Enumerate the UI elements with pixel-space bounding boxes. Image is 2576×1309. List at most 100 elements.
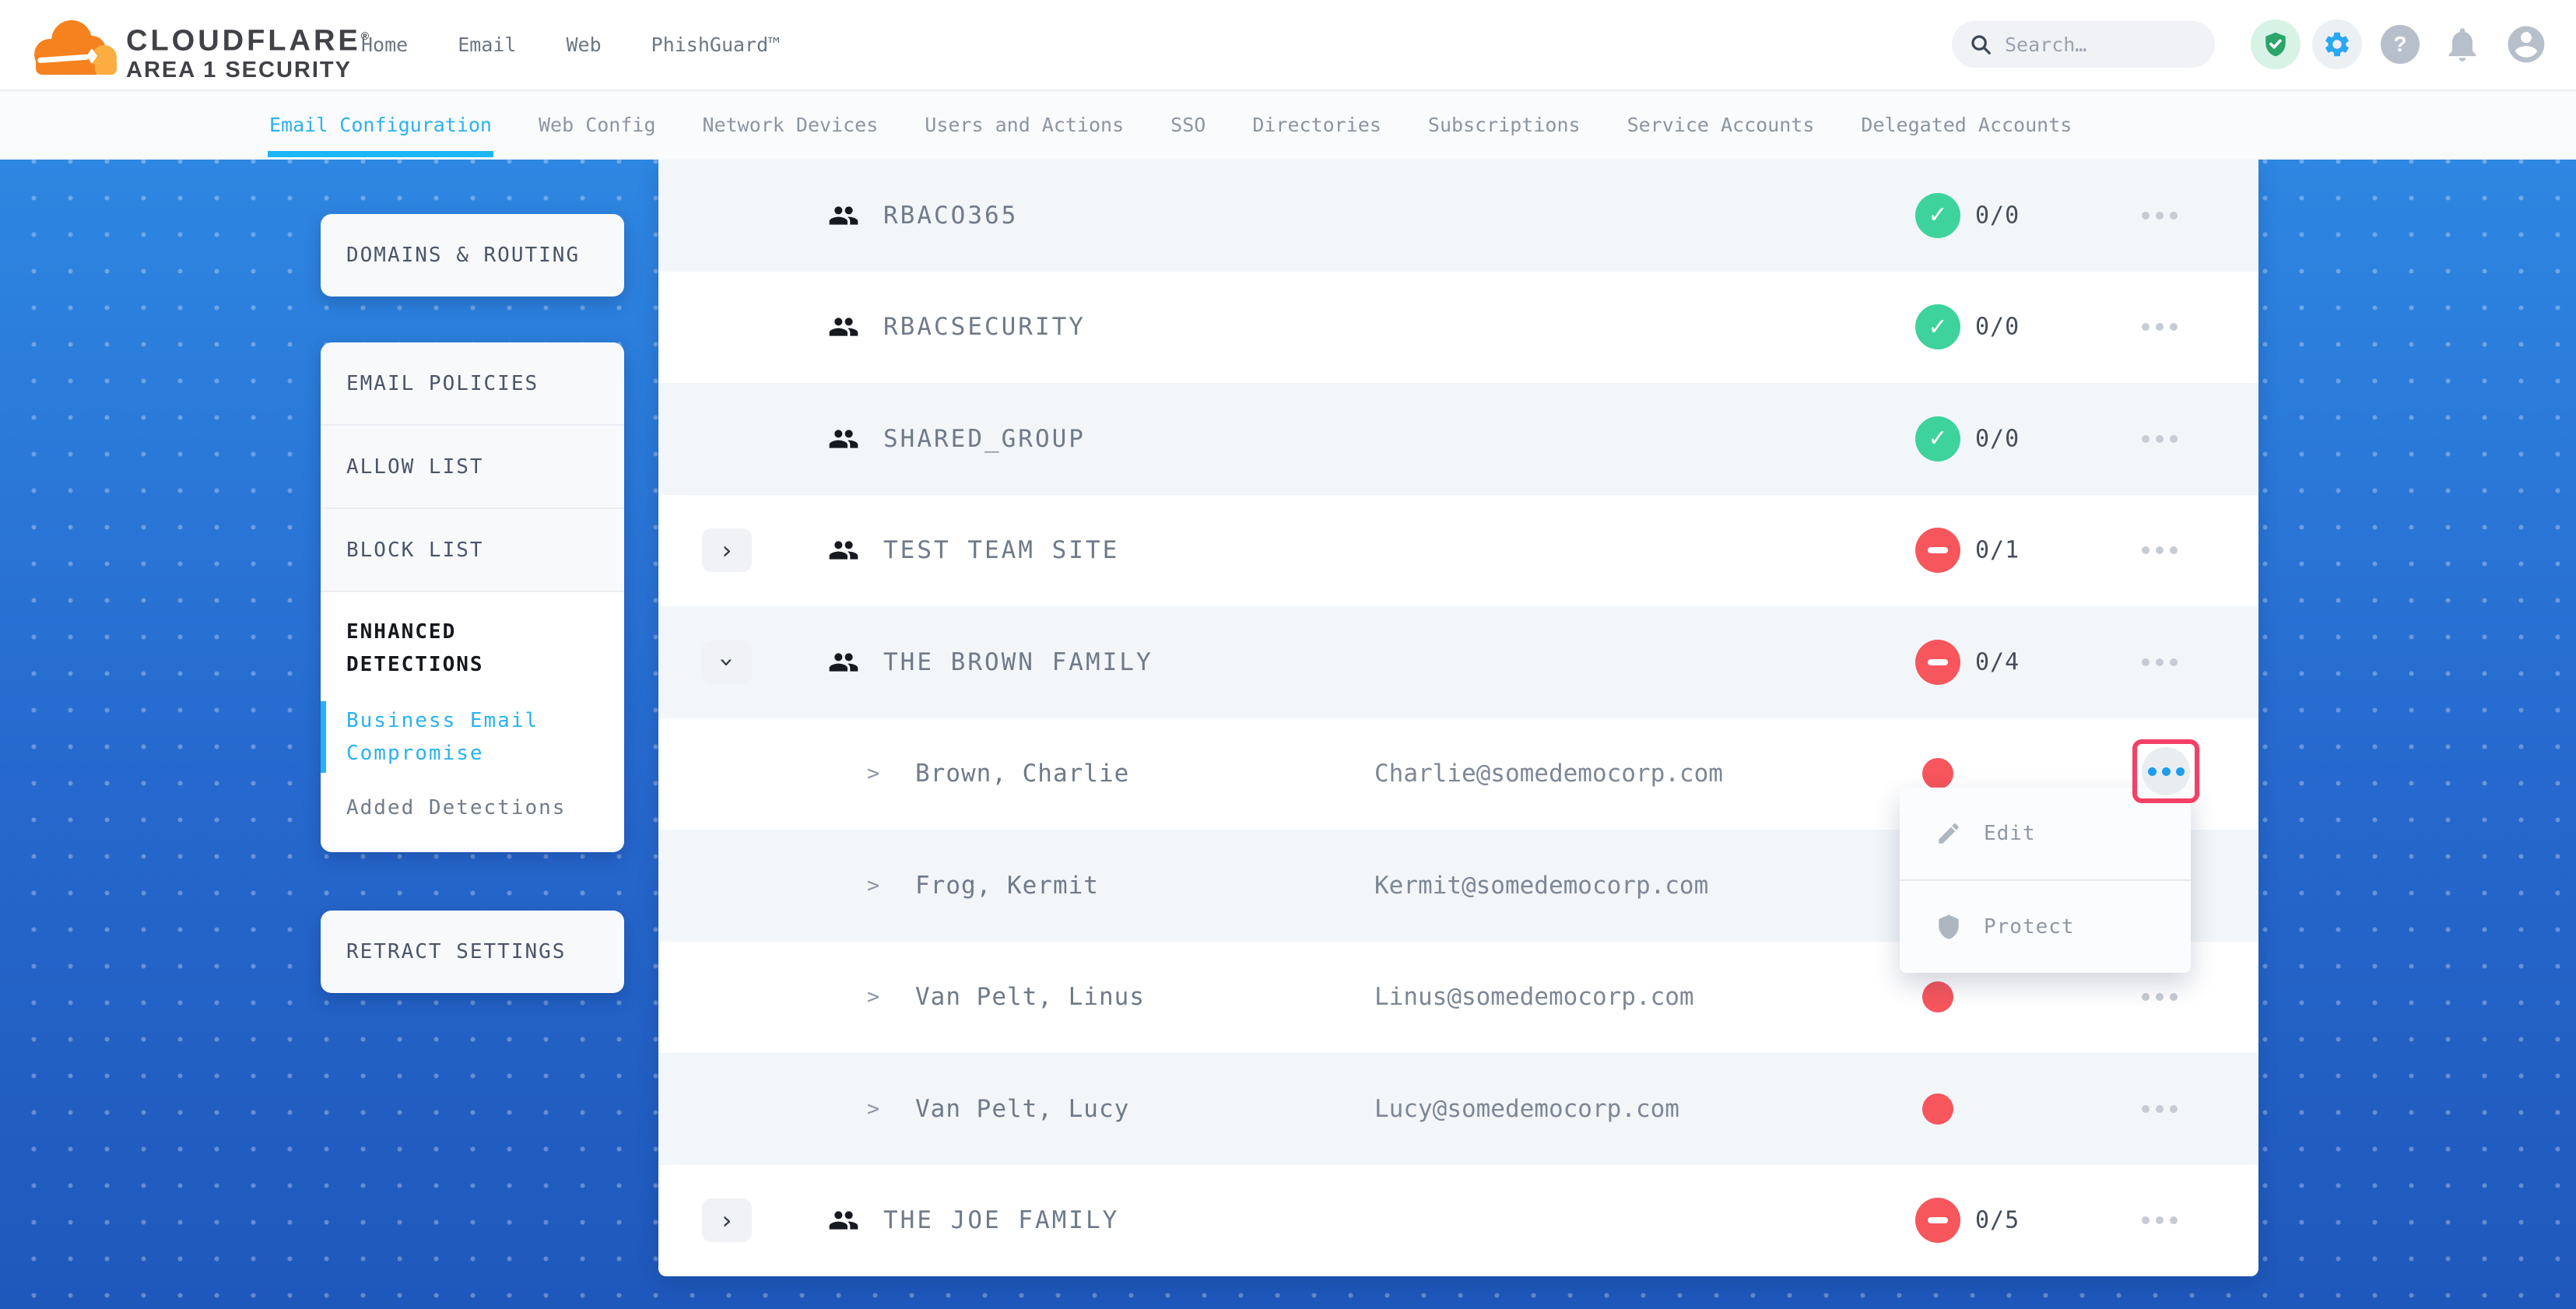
group-name: RBACO365 [883,202,1018,230]
table-row-group: › THE JOE FAMILY 0/5 [658,1165,2258,1277]
app-header: CLOUDFLARE® AREA 1 SECURITY Home Email W… [0,0,2576,91]
security-shield-check-icon[interactable] [2251,19,2301,69]
expand-group-button[interactable]: › [702,528,752,572]
notifications-bell-icon[interactable] [2442,24,2483,65]
more-actions-button[interactable] [2131,1094,2188,1124]
member-count: 0/1 [1975,537,2020,564]
more-actions-button[interactable] [2131,647,2188,677]
table-row-group: › TEST TEAM SITE 0/1 [658,495,2258,607]
shield-icon [1936,914,1962,940]
status-badge-ok: ✓ [1915,193,1960,238]
help-glyph: ? [2393,32,2406,57]
group-icon [828,423,859,454]
sidebar-email-policies-card: EMAIL POLICIES ALLOW LIST BLOCK LIST ENH… [321,342,624,852]
member-chevron-icon[interactable]: > [867,1097,879,1121]
logo-text: CLOUDFLARE® AREA 1 SECURITY [126,20,369,83]
table-row-group: RBACO365 ✓ 0/0 [658,160,2258,272]
more-actions-button[interactable] [2131,312,2188,342]
group-icon [828,647,859,678]
table-row-group: SHARED_GROUP ✓ 0/0 [658,383,2258,495]
sidebar-item-business-email-compromise[interactable]: Business Email Compromise [346,704,598,770]
account-icon[interactable] [2504,23,2548,66]
sidebar-item-retract-settings[interactable]: RETRACT SETTINGS [321,911,624,993]
top-nav: Home Email Web PhishGuard™ [361,0,780,89]
status-dot-blocked [1922,1093,1953,1125]
menu-item-protect[interactable]: Protect [1900,881,2191,973]
more-actions-button[interactable] [2131,201,2188,230]
tab-sso[interactable]: SSO [1170,114,1206,136]
nav-item-phishguard[interactable]: PhishGuard™ [651,33,781,56]
more-actions-button[interactable] [2131,1205,2188,1235]
status-dot-blocked [1922,758,1953,789]
group-icon [828,200,859,231]
member-count: 0/0 [1975,314,2020,341]
sidebar-item-enhanced-detections[interactable]: ENHANCED DETECTIONS [346,616,598,681]
settings-gear-icon[interactable] [2312,19,2362,69]
sidebar-item-label: BLOCK LIST [346,539,484,562]
menu-item-label: Protect [1984,915,2075,939]
group-name: RBACSECURITY [883,313,1086,341]
chevron-down-icon: › [714,657,739,667]
search-input[interactable] [2003,33,2193,57]
group-icon [828,311,859,342]
cloudflare-cloud-icon [31,9,118,81]
tab-users-and-actions[interactable]: Users and Actions [925,114,1124,136]
sidebar-item-label: DOMAINS & ROUTING [346,244,580,267]
member-chevron-icon[interactable]: > [867,873,879,897]
tab-network-devices[interactable]: Network Devices [703,114,879,136]
more-actions-button[interactable] [2131,535,2188,565]
sidebar-item-allow-list[interactable]: ALLOW LIST [321,426,624,509]
groups-table-panel: RBACO365 ✓ 0/0 RBACSECURITY ✓ 0/0 SHARED… [658,160,2258,1276]
sidebar-enhanced-detections-section: ENHANCED DETECTIONS Business Email Compr… [321,592,624,848]
sidebar-item-label: EMAIL POLICIES [346,372,539,395]
highlight-outline [2132,739,2199,803]
status-badge-blocked [1915,640,1960,685]
collapse-group-button[interactable]: › [702,640,752,684]
chevron-right-icon: › [722,1208,732,1233]
search-icon [1969,33,1992,56]
more-actions-button[interactable] [2131,424,2188,454]
member-email: Kermit@somedemocorp.com [1374,872,1708,900]
tab-subscriptions[interactable]: Subscriptions [1428,114,1581,136]
tab-email-configuration[interactable]: Email Configuration [269,114,492,136]
group-name: TEST TEAM SITE [883,536,1119,564]
group-name: THE JOE FAMILY [883,1206,1119,1234]
member-count: 0/0 [1975,425,2020,452]
tab-directories[interactable]: Directories [1252,114,1381,136]
tab-web-config[interactable]: Web Config [539,114,656,136]
logo-subbrand-text: AREA 1 SECURITY [126,57,369,83]
nav-item-home[interactable]: Home [361,33,408,56]
member-name: Van Pelt, Lucy [915,1095,1129,1123]
member-name: Brown, Charlie [915,760,1129,788]
member-email: Charlie@somedemocorp.com [1374,760,1723,788]
nav-item-email[interactable]: Email [458,33,516,56]
status-badge-ok: ✓ [1915,304,1960,349]
help-icon[interactable]: ? [2381,25,2420,64]
tab-delegated-accounts[interactable]: Delegated Accounts [1861,114,2072,136]
member-chevron-icon[interactable]: > [867,762,879,786]
tab-service-accounts[interactable]: Service Accounts [1627,114,1815,136]
status-dot-blocked [1922,981,1953,1012]
search-box[interactable] [1952,21,2215,68]
member-count: 0/4 [1975,648,2020,676]
menu-item-label: Edit [1984,822,2036,845]
check-icon: ✓ [1928,425,1947,452]
nav-item-web[interactable]: Web [566,33,601,56]
minus-icon [1928,659,1948,665]
table-row-group: RBACSECURITY ✓ 0/0 [658,272,2258,384]
expand-group-button[interactable]: › [702,1198,752,1242]
more-actions-button-active[interactable] [2142,747,2190,795]
pencil-icon [1936,820,1962,847]
member-name: Van Pelt, Linus [915,983,1145,1011]
status-badge-blocked [1915,528,1960,573]
chevron-right-icon: › [722,538,732,563]
member-chevron-icon[interactable]: > [867,985,879,1009]
check-icon: ✓ [1928,314,1947,341]
sidebar-item-block-list[interactable]: BLOCK LIST [321,509,624,592]
sidebar-item-email-policies[interactable]: EMAIL POLICIES [321,342,624,426]
sidebar-item-label: ALLOW LIST [346,455,484,479]
more-actions-button[interactable] [2131,982,2188,1012]
table-row-member: > Van Pelt, Lucy Lucy@somedemocorp.com [658,1053,2258,1165]
sidebar-item-added-detections[interactable]: Added Detections [346,791,598,824]
sidebar-item-domains-routing[interactable]: DOMAINS & ROUTING [321,214,624,297]
